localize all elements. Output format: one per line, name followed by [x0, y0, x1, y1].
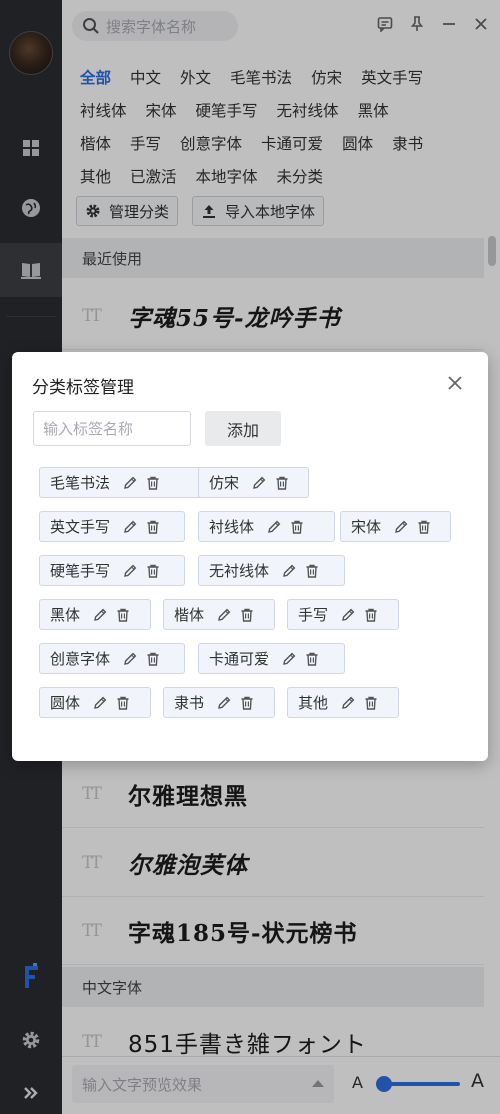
tag-label: 黑体 — [50, 606, 81, 624]
edit-icon[interactable] — [122, 475, 138, 491]
tag-label: 创意字体 — [50, 650, 111, 668]
tag-label: 硬笔手写 — [50, 562, 111, 580]
tag-chip: 楷体 — [163, 599, 275, 630]
trash-icon[interactable] — [239, 607, 255, 623]
edit-icon[interactable] — [92, 695, 108, 711]
tag-label: 手写 — [298, 606, 329, 624]
tag-chip: 英文手写 — [39, 511, 185, 542]
add-tag-button[interactable]: 添加 — [205, 411, 281, 446]
edit-icon[interactable] — [122, 563, 138, 579]
dialog-title: 分类标签管理 — [32, 378, 134, 398]
tag-label: 毛笔书法 — [50, 474, 111, 492]
tag-chip: 宋体 — [340, 511, 451, 542]
edit-icon[interactable] — [251, 475, 267, 491]
tag-chip: 毛笔书法 — [39, 467, 220, 498]
tag-chip: 圆体 — [39, 687, 151, 718]
tag-chip: 创意字体 — [39, 643, 185, 674]
trash-icon[interactable] — [274, 475, 290, 491]
tag-label: 其他 — [298, 694, 329, 712]
tag-label: 楷体 — [174, 606, 205, 624]
trash-icon[interactable] — [145, 563, 161, 579]
tag-chip: 衬线体 — [198, 511, 335, 542]
tag-label: 隶书 — [174, 694, 205, 712]
edit-icon[interactable] — [393, 519, 409, 535]
edit-icon[interactable] — [122, 651, 138, 667]
trash-icon[interactable] — [145, 475, 161, 491]
close-icon[interactable] — [446, 374, 464, 392]
trash-icon[interactable] — [115, 695, 131, 711]
tag-name-input[interactable]: 输入标签名称 — [33, 411, 191, 446]
edit-icon[interactable] — [216, 607, 232, 623]
edit-icon[interactable] — [281, 651, 297, 667]
tag-label: 英文手写 — [50, 518, 111, 536]
tag-name-placeholder: 输入标签名称 — [43, 420, 134, 438]
tag-label: 宋体 — [351, 518, 382, 536]
tag-label: 圆体 — [50, 694, 81, 712]
trash-icon[interactable] — [363, 695, 379, 711]
tag-label: 卡通可爱 — [209, 650, 270, 668]
tag-chip: 其他 — [287, 687, 399, 718]
trash-icon[interactable] — [304, 651, 320, 667]
trash-icon[interactable] — [363, 607, 379, 623]
trash-icon[interactable] — [416, 519, 432, 535]
edit-icon[interactable] — [340, 607, 356, 623]
tag-chip: 卡通可爱 — [198, 643, 345, 674]
edit-icon[interactable] — [216, 695, 232, 711]
tag-chip: 硬笔手写 — [39, 555, 185, 586]
edit-icon[interactable] — [122, 519, 138, 535]
tag-label: 无衬线体 — [209, 562, 270, 580]
trash-icon[interactable] — [145, 651, 161, 667]
tag-label: 衬线体 — [209, 518, 255, 536]
tag-chip: 手写 — [287, 599, 399, 630]
tag-chip: 隶书 — [163, 687, 275, 718]
tag-chip: 仿宋 — [198, 467, 309, 498]
edit-icon[interactable] — [340, 695, 356, 711]
trash-icon[interactable] — [289, 519, 305, 535]
trash-icon[interactable] — [115, 607, 131, 623]
category-tag-manager-dialog: 分类标签管理 输入标签名称 添加 毛笔书法 仿宋英文手写 衬线体 宋体硬笔手写 无衬线体… — [12, 352, 488, 761]
tag-label: 仿宋 — [209, 474, 240, 492]
trash-icon[interactable] — [145, 519, 161, 535]
edit-icon[interactable] — [266, 519, 282, 535]
edit-icon[interactable] — [92, 607, 108, 623]
tag-chip: 无衬线体 — [198, 555, 345, 586]
tag-chip: 黑体 — [39, 599, 151, 630]
trash-icon[interactable] — [239, 695, 255, 711]
trash-icon[interactable] — [304, 563, 320, 579]
edit-icon[interactable] — [281, 563, 297, 579]
